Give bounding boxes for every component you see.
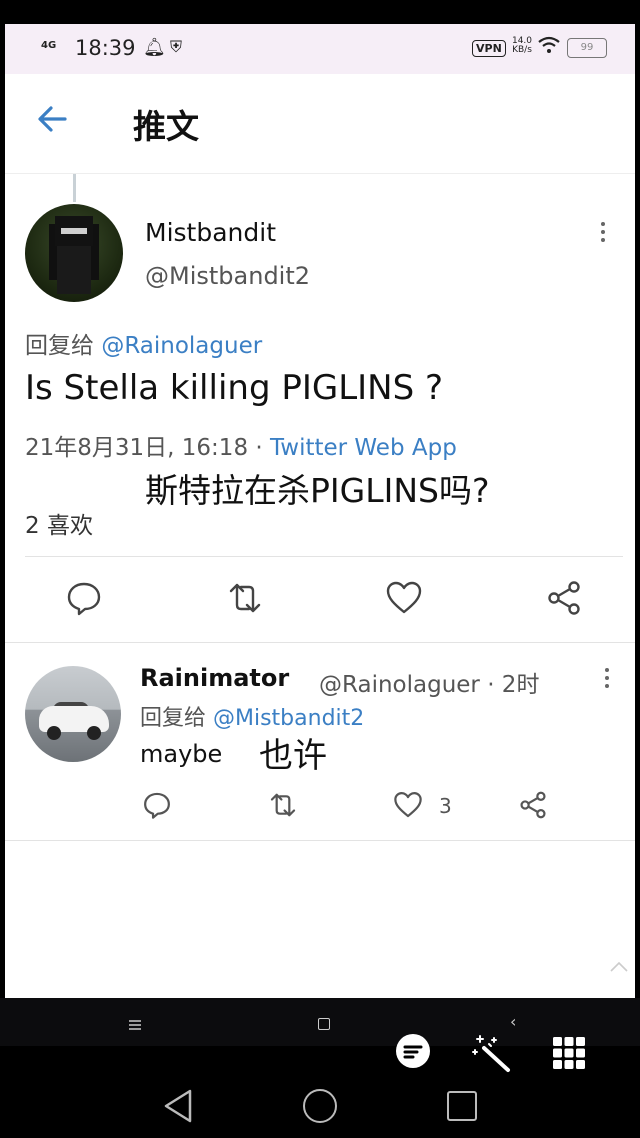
avatar[interactable] [25,666,121,762]
home-circle-icon[interactable] [303,1089,337,1123]
avatar[interactable] [25,204,123,302]
share-icon[interactable] [518,790,548,820]
battery-indicator: 99 [567,38,607,58]
floating-nav-bar: ‹ [0,998,640,1046]
back-small-icon[interactable]: ‹ [510,1012,516,1031]
menu-icon[interactable] [128,1016,142,1035]
meta-separator: · [248,435,271,461]
author-name[interactable]: Mistbandit [145,218,276,247]
vpn-badge: VPN [472,40,506,57]
more-options-icon[interactable] [605,668,615,692]
recent-apps-small-icon[interactable] [318,1018,330,1030]
author-handle[interactable]: @Mistbandit2 [145,262,310,290]
status-bar: 4G 18:39 🔔︎ ⛨ VPN 14.0 KB/s 99 [5,24,635,74]
replying-prefix: 回复给 [25,333,102,359]
reply-icon[interactable] [65,579,105,619]
author-handle[interactable]: @Rainolaguer · 2时 [319,665,539,699]
tweet-text: Is Stella killing PIGLINS ? [25,368,444,408]
avatar-detail [47,726,61,740]
status-time: 18:39 [75,36,136,60]
floating-tool-icon[interactable] [394,1032,432,1074]
divider [5,840,635,841]
translation-caption: 也许 [259,736,327,776]
more-options-icon[interactable] [601,222,611,246]
replying-to-line: 回复给 @Rainolaguer [25,326,262,360]
reply-icon[interactable] [142,790,172,820]
replying-to-line: 回复给 @Mistbandit2 [140,700,364,732]
like-count: 3 [439,794,452,818]
recent-apps-icon[interactable] [447,1091,477,1121]
back-triangle-icon[interactable] [162,1088,194,1128]
author-name[interactable]: Rainimator [140,664,289,692]
speed-unit: KB/s [512,45,532,55]
retweet-icon[interactable] [267,790,297,820]
tweet-action-bar [5,579,635,623]
avatar-detail [57,246,91,294]
like-icon[interactable] [393,790,423,820]
mention-link[interactable]: @Rainolaguer [101,333,262,359]
reply-text: maybe [140,740,223,768]
shield-icon: ⛨ [170,37,183,56]
magic-wand-icon[interactable] [472,1034,514,1078]
app-screen: 4G 18:39 🔔︎ ⛨ VPN 14.0 KB/s 99 推文 Mistba… [5,24,635,998]
chevron-up-icon[interactable] [609,958,629,977]
network-speed: 14.0 KB/s [510,37,534,55]
translation-caption: 斯特拉在杀PIGLINS吗? [145,471,490,510]
tweet-meta: 21年8月31日, 16:18 · Twitter Web App [25,428,457,462]
likes-count[interactable]: 2 喜欢 [25,506,93,540]
avatar-detail [87,726,101,740]
top-app-bar: 推文 [5,74,635,174]
source-app-link[interactable]: Twitter Web App [270,435,457,461]
avatar-detail [61,228,87,234]
tweet-datetime: 21年8月31日, 16:18 [25,435,249,461]
retweet-icon[interactable] [225,579,265,619]
thread-connector-line [73,174,76,202]
replying-prefix: 回复给 [140,706,213,731]
grid-icon[interactable] [552,1036,586,1074]
notification-bell-icon: 🔔︎ [143,37,166,58]
share-icon[interactable] [545,579,585,619]
divider [25,556,623,557]
network-indicator: 4G [41,40,57,51]
reply-action-bar: 3 [5,790,635,822]
page-title: 推文 [133,107,199,146]
arrow-left-icon[interactable] [35,102,69,140]
wifi-icon [538,36,560,59]
like-icon[interactable] [385,579,425,619]
divider [5,642,635,643]
